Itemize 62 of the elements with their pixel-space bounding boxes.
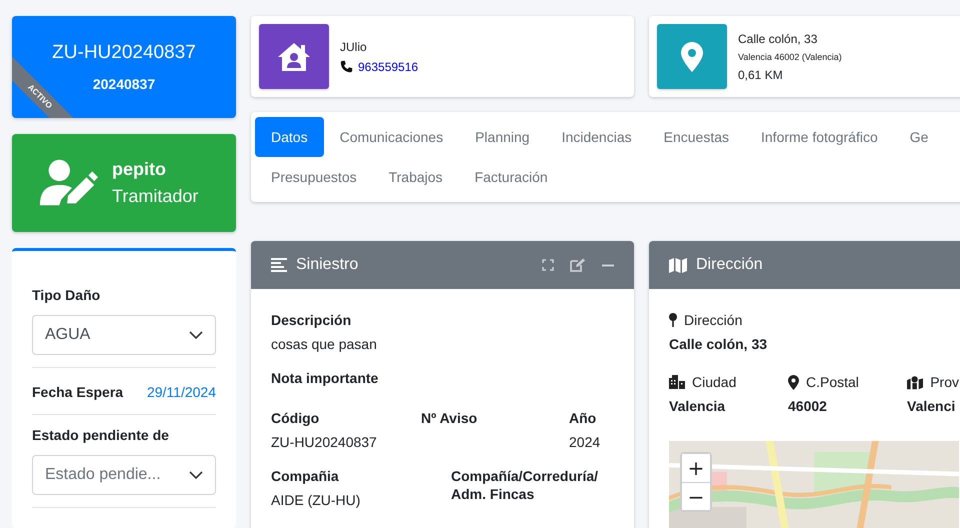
field-value: AIDE (ZU-HU) bbox=[271, 491, 362, 509]
field-value: Valencia bbox=[669, 397, 726, 415]
field-label: Dirección bbox=[684, 311, 742, 329]
location-pin-icon bbox=[788, 374, 799, 390]
map-pin-icon bbox=[907, 374, 924, 390]
field-label: Compañia bbox=[271, 467, 340, 485]
tab[interactable]: Facturación bbox=[458, 157, 564, 197]
edit-icon[interactable] bbox=[570, 258, 586, 272]
tab[interactable]: Datos bbox=[255, 117, 324, 157]
field-label: Prov bbox=[930, 373, 959, 391]
field-value: ZU-HU20240837 bbox=[271, 433, 378, 451]
select-field[interactable]: Estado pendie... bbox=[32, 455, 216, 495]
field-label: Compañía/Correduría/ Adm. Fincas bbox=[451, 467, 600, 503]
zoom-out-button[interactable]: − bbox=[682, 482, 710, 510]
panel-title: Dirección bbox=[696, 256, 763, 274]
address-city: Valencia 46002 (Valencia) bbox=[738, 52, 842, 62]
chevron-down-icon bbox=[189, 471, 203, 479]
field-label: C.Postal bbox=[806, 373, 859, 391]
chevron-down-icon bbox=[189, 331, 203, 339]
date-value: 29/11/2024 bbox=[146, 384, 216, 400]
tab[interactable]: Ge bbox=[894, 117, 944, 157]
field-value: cosas que pasan bbox=[271, 335, 378, 353]
distance: 0,61 KM bbox=[738, 68, 784, 82]
case-code: ZU-HU20240837 bbox=[52, 42, 196, 64]
phone-icon bbox=[340, 60, 353, 73]
align-left-icon bbox=[271, 258, 287, 272]
tab[interactable]: Trabajos bbox=[372, 157, 459, 197]
field-label: Nota importante bbox=[271, 369, 380, 387]
field-label: Fecha Espera bbox=[32, 384, 124, 400]
field-value: Valenci bbox=[907, 397, 956, 415]
field-label: Estado pendiente de bbox=[32, 427, 170, 443]
field-label: Tipo Daño bbox=[32, 287, 102, 303]
expand-icon[interactable] bbox=[542, 259, 554, 271]
user-role: Tramitador bbox=[112, 186, 198, 207]
tab[interactable]: Incidencias bbox=[546, 117, 648, 157]
phone-link[interactable]: 963559516 bbox=[358, 60, 418, 74]
field-label: Ciudad bbox=[692, 373, 736, 391]
select-field[interactable]: AGUA bbox=[32, 315, 216, 355]
tab[interactable]: Comunicaciones bbox=[324, 117, 460, 157]
tab[interactable]: Planning bbox=[459, 117, 546, 157]
user-name: pepito bbox=[112, 159, 167, 180]
field-value: Calle colón, 33 bbox=[669, 335, 768, 353]
map-icon bbox=[669, 258, 687, 272]
user-edit-icon bbox=[38, 158, 100, 208]
field-value: 46002 bbox=[788, 397, 828, 415]
location-pin-icon bbox=[680, 40, 704, 72]
tab[interactable]: Presupuestos bbox=[255, 157, 373, 197]
minimize-icon[interactable] bbox=[602, 264, 614, 266]
field-label: Descripción bbox=[271, 311, 352, 329]
field-value: 2024 bbox=[569, 433, 602, 451]
field-label: Año bbox=[569, 409, 598, 427]
contact-name: JUlio bbox=[340, 40, 368, 54]
tab[interactable]: Encuestas bbox=[648, 117, 745, 157]
pushpin-icon bbox=[669, 313, 677, 327]
case-number: 20240837 bbox=[92, 76, 156, 92]
tab[interactable]: Informe fotográfico bbox=[745, 117, 894, 157]
field-label: Código bbox=[271, 409, 320, 427]
buildings-icon bbox=[669, 375, 685, 389]
field-label: Nº Aviso bbox=[421, 409, 478, 427]
house-user-icon bbox=[277, 42, 311, 72]
panel-title: Siniestro bbox=[296, 256, 358, 274]
address-street: Calle colón, 33 bbox=[738, 32, 818, 46]
